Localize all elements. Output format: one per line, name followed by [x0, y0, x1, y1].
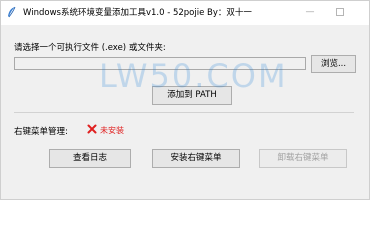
maximize-icon — [336, 7, 344, 16]
window-title: Windows系统环境变量添加工具v1.0 - 52pojie By：双十一 — [23, 8, 252, 18]
install-status: 未安装 — [100, 126, 124, 135]
maximize-button[interactable] — [325, 1, 355, 23]
minimize-icon: — — [305, 7, 315, 17]
add-to-path-button[interactable]: 添加到 PATH — [152, 86, 232, 105]
install-context-menu-button[interactable]: 安装右键菜单 — [152, 149, 240, 168]
cross-icon — [87, 124, 97, 134]
section-divider — [14, 112, 354, 113]
minimize-button[interactable]: — — [295, 1, 325, 23]
app-window: Windows系统环境变量添加工具v1.0 - 52pojie By：双十一 —… — [0, 0, 370, 200]
select-file-label: 请选择一个可执行文件 (.exe) 或文件夹: — [14, 43, 166, 53]
browse-button[interactable]: 浏览... — [311, 55, 356, 73]
view-log-button[interactable]: 查看日志 — [49, 149, 131, 168]
feather-app-icon — [8, 6, 16, 18]
title-bar: Windows系统环境变量添加工具v1.0 - 52pojie By：双十一 — — [1, 1, 369, 25]
context-menu-label: 右键菜单管理: — [14, 127, 68, 137]
uninstall-context-menu-button: 卸载右键菜单 — [259, 149, 347, 168]
path-input[interactable] — [14, 57, 306, 70]
